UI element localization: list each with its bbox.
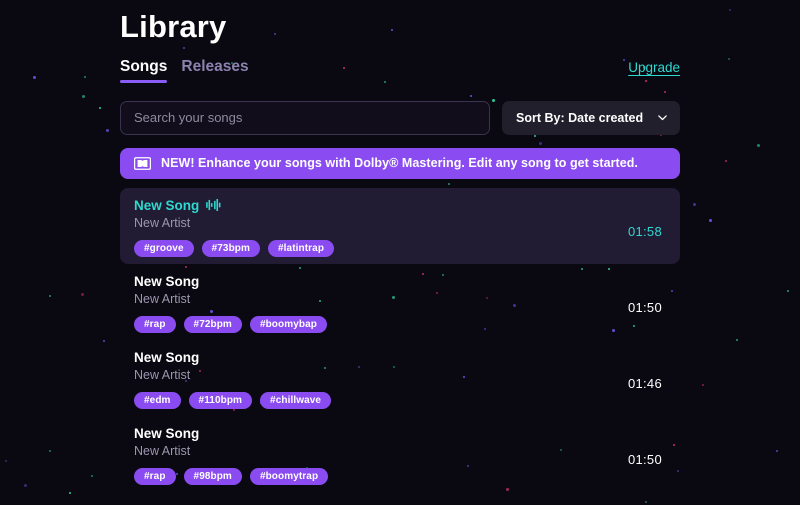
upgrade-link[interactable]: Upgrade: [628, 60, 680, 75]
search-input[interactable]: [134, 110, 476, 126]
song-duration: 01:58: [627, 223, 662, 239]
controls-row: Sort By: Date created: [120, 100, 680, 135]
tab-songs-label: Songs: [120, 57, 168, 75]
song-title: New Song: [134, 273, 200, 289]
song-artist: New Artist: [134, 215, 191, 230]
dolby-icon: [134, 156, 151, 170]
tab-releases-label: Releases: [181, 57, 249, 75]
page-title: Library: [120, 9, 227, 44]
song-tag[interactable]: #boomytrap: [249, 468, 329, 486]
song-tag-list: #rap #98bpm #boomytrap: [134, 468, 628, 486]
library-page: Library Songs Releases Upgrade Sort By: …: [0, 0, 800, 505]
song-list: New Song New Artist #groove #73bpm #latintra…: [120, 187, 680, 492]
song-tag-list: #edm #110bpm #chillwave: [134, 392, 628, 410]
song-tag[interactable]: #boomybap: [249, 316, 327, 334]
song-tag[interactable]: #chillwave: [260, 392, 332, 410]
tabs-row: Songs Releases Upgrade: [120, 58, 680, 88]
search-box[interactable]: [120, 100, 490, 135]
song-duration: 01:46: [627, 375, 662, 391]
song-row[interactable]: New Song New Artist #groove #73bpm #latintra…: [120, 187, 680, 264]
song-tag[interactable]: #73bpm: [201, 240, 261, 258]
song-title: New Song: [134, 197, 200, 213]
sort-dropdown[interactable]: Sort By: Date created: [502, 100, 680, 135]
song-title-line: New Song: [134, 197, 628, 214]
song-tag[interactable]: #edm: [134, 392, 181, 410]
song-tag[interactable]: #72bpm: [183, 316, 242, 334]
song-tag[interactable]: #rap: [134, 468, 176, 486]
song-artist: New Artist: [134, 443, 191, 458]
song-tag[interactable]: #98bpm: [183, 468, 242, 486]
song-tag-list: #groove #73bpm #latintrap: [134, 240, 628, 258]
song-title: New Song: [134, 349, 200, 365]
song-tag-list: #rap #72bpm #boomybap: [134, 316, 628, 334]
audio-wave-icon: [206, 199, 221, 212]
song-duration: 01:50: [627, 451, 662, 467]
song-tag[interactable]: #groove: [134, 240, 194, 258]
song-row[interactable]: New Song New Artist #edm #110bpm #chillwave 0…: [120, 340, 680, 416]
song-title-line: New Song: [134, 349, 628, 366]
tab-list: Songs Releases: [120, 58, 249, 84]
song-title-line: New Song: [134, 273, 628, 290]
song-info: New Song New Artist #groove #73bpm #latintra…: [134, 197, 628, 258]
song-row[interactable]: New Song New Artist #rap #98bpm #boomytrap 01…: [120, 416, 680, 492]
song-tag[interactable]: #latintrap: [268, 240, 335, 258]
song-row[interactable]: New Song New Artist #rap #72bpm #boomybap 01:…: [120, 264, 680, 340]
song-title-line: New Song: [134, 425, 628, 442]
song-info: New Song New Artist #edm #110bpm #chillwave: [134, 349, 628, 410]
tab-releases[interactable]: Releases: [181, 58, 248, 84]
song-duration: 01:50: [627, 299, 662, 315]
song-tag[interactable]: #rap: [134, 316, 176, 334]
song-artist: New Artist: [134, 367, 191, 382]
dolby-banner-text: NEW! Enhance your songs with Dolby® Mast…: [161, 156, 638, 171]
song-title: New Song: [134, 425, 200, 441]
song-info: New Song New Artist #rap #98bpm #boomytrap: [134, 425, 628, 486]
tab-songs[interactable]: Songs: [120, 57, 168, 84]
chevron-down-icon: [657, 112, 668, 123]
sort-dropdown-label: Sort By: Date created: [516, 110, 644, 125]
song-tag[interactable]: #110bpm: [188, 392, 253, 410]
song-artist: New Artist: [134, 291, 191, 306]
song-info: New Song New Artist #rap #72bpm #boomybap: [134, 273, 628, 334]
dolby-banner[interactable]: NEW! Enhance your songs with Dolby® Mast…: [120, 147, 680, 179]
